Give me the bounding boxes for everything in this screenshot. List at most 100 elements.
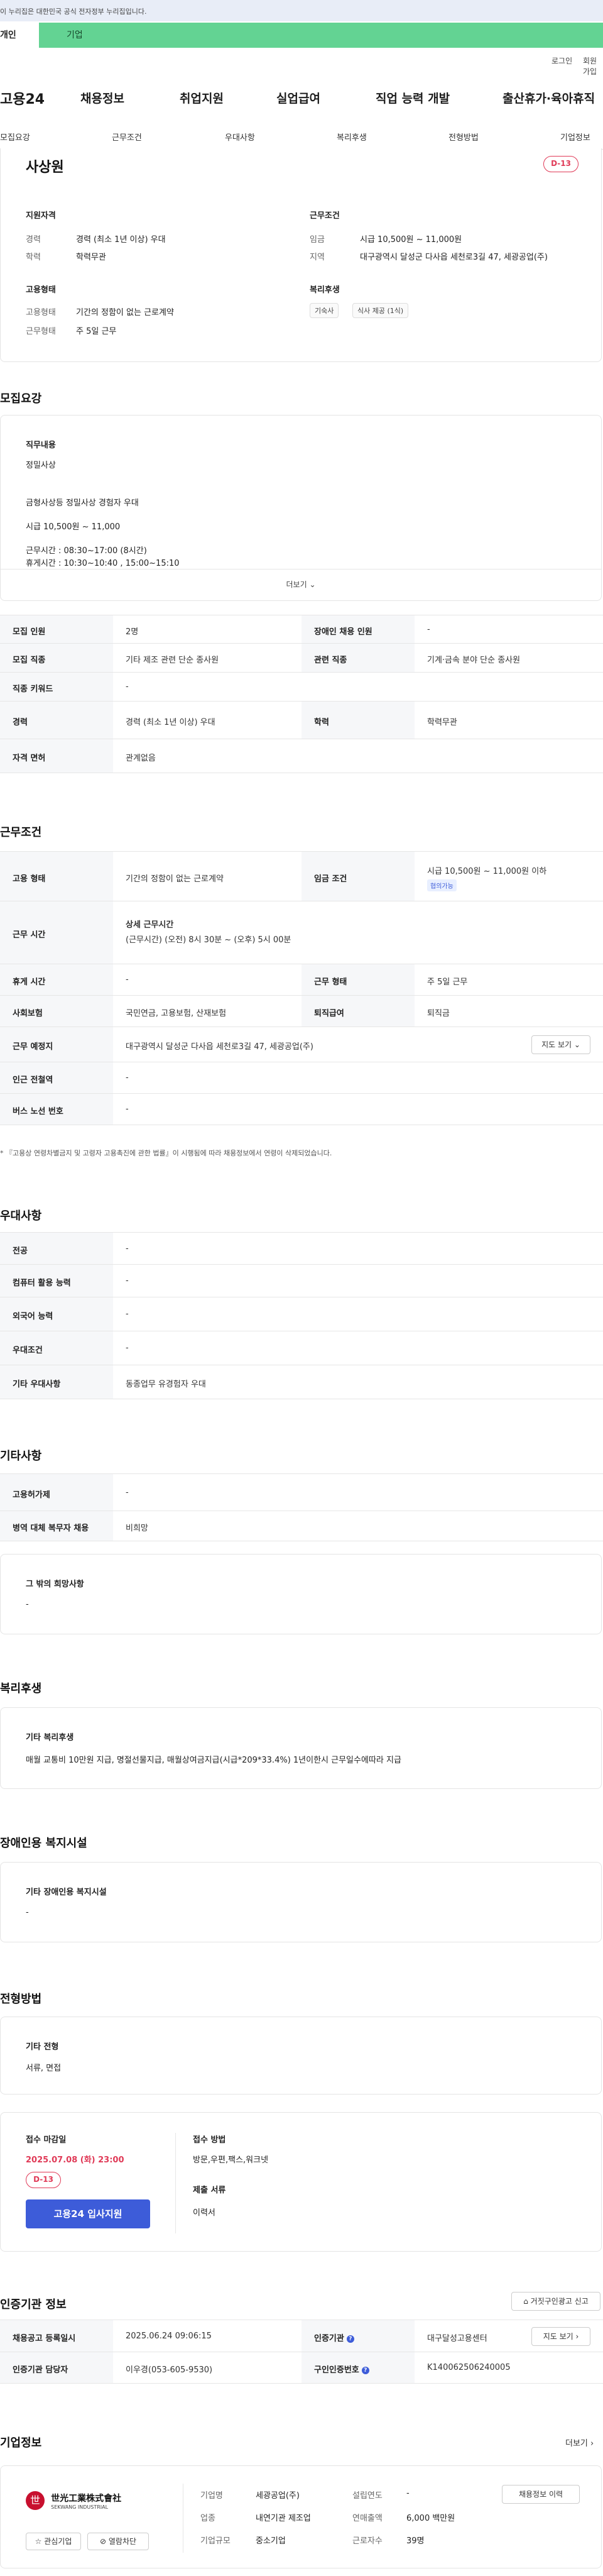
table-row: 채용공고 등록일시 2025.06.24 09:06:15 인증기관? 대구달성…	[0, 2320, 603, 2352]
selection-value: 서류, 면접	[26, 2064, 62, 2073]
login-link[interactable]: 로그인	[551, 55, 572, 66]
condition-section-title: 근무조건	[0, 826, 42, 839]
table-row: 고용 형태 기간의 정함이 없는 근로계약 임금 조건 시급 10,500원 ~…	[0, 851, 603, 901]
region-label: 지역	[310, 253, 325, 262]
gnb-item-employment[interactable]: 취업지원	[180, 89, 224, 106]
td-value: -	[126, 1104, 129, 1114]
info-icon[interactable]: ?	[346, 2335, 354, 2343]
cert-section-title: 인증기관 정보	[0, 2298, 67, 2311]
th-label: 버스 노선 번호	[13, 1107, 63, 1116]
subnav-welfare[interactable]: 복리후생	[337, 131, 367, 143]
employees-label: 근로자수	[352, 2536, 383, 2546]
info-icon[interactable]: ?	[361, 2366, 369, 2374]
table-row: 고용허가제 -	[0, 1473, 603, 1511]
table-row: 우대조건 -	[0, 1331, 603, 1365]
th-label: 채용공고 등록일시	[13, 2334, 76, 2343]
td-value: -	[126, 1309, 129, 1319]
td-value: 2명	[126, 627, 139, 637]
gnb-item-leave[interactable]: 출산휴가·육아휴직	[503, 89, 595, 106]
prefer-section-title: 우대사항	[0, 1209, 42, 1223]
td-value: 대구광역시 달성군 다사읍 세천로3길 47, 세광공업(주)	[126, 1042, 313, 1052]
th-label: 모집 인원	[13, 627, 46, 637]
table-row: 전공 -	[0, 1232, 603, 1265]
th-label: 자격 면허	[13, 754, 46, 763]
type-heading: 고용형태	[26, 285, 56, 295]
emptype-label: 고용형태	[26, 308, 56, 317]
th-label: 인증기관?	[314, 2331, 354, 2343]
td-value: -	[126, 1488, 129, 1497]
td-value: 대구달성고용센터	[427, 2334, 487, 2343]
method-heading: 접수 방법	[193, 2135, 226, 2145]
gnb-item-unemployment[interactable]: 실업급여	[276, 89, 320, 106]
docs-heading: 제출 서류	[193, 2186, 226, 2195]
subnav-condition[interactable]: 근무조건	[112, 131, 142, 143]
table-row: 기타 우대사항 동종업무 유경험자 우대	[0, 1365, 603, 1399]
td-value: -	[126, 1073, 129, 1082]
company-more-link[interactable]: 더보기 ›	[565, 2436, 594, 2448]
cert-id-label: 구인인증번호	[314, 2365, 359, 2375]
subnav-recruit[interactable]: 모집요강	[0, 131, 30, 143]
table-row: 직종 키워드 -	[0, 673, 603, 702]
tab-person[interactable]: 개인	[0, 23, 38, 48]
td-value: (근무시간) (오전) 8시 30분 ~ (오후) 5시 00분	[126, 935, 291, 945]
td-value: -	[126, 1276, 129, 1285]
company-logo-text: 世光工業株式會社	[51, 2493, 122, 2504]
table-row: 모집 직종 기타 제조 관련 단순 종사원 관련 직종 기계·금속 분야 단순 …	[0, 644, 603, 673]
table-row: 모집 인원 2명 장애인 채용 인원 -	[0, 615, 603, 644]
other-section-title: 기타사항	[0, 1450, 42, 1463]
table-row: 사회보험 국민연금, 고용보험, 산재보험 퇴직급여 퇴직금	[0, 996, 603, 1027]
more-button[interactable]: 더보기 ⌄	[1, 569, 601, 600]
disabled-card: 기타 장애인용 복지시설 -	[0, 1862, 602, 1942]
industry-value: 내연기관 제조업	[256, 2514, 311, 2523]
dday-badge: D-13	[26, 2172, 61, 2188]
job-summary-card: 사상원 D-13 지원자격 경력 경력 (최소 1년 이상) 우대 학력 학력무…	[0, 148, 602, 362]
th-label: 인근 전철역	[13, 1076, 53, 1085]
welfare-chip-dorm: 기숙사	[310, 303, 339, 318]
docs-value: 이력서	[193, 2208, 215, 2218]
th-label: 고용허가제	[13, 1490, 50, 1500]
deadline-heading: 접수 마감일	[26, 2135, 67, 2145]
agency-map-button[interactable]: 지도 보기 ›	[531, 2327, 590, 2346]
job-desc-heading: 직무내용	[26, 441, 56, 450]
sales-value: 6,000 백만원	[406, 2514, 455, 2523]
map-view-button[interactable]: 지도 보기 ⌄	[531, 1035, 590, 1054]
favorite-company-button[interactable]: ☆ 관심기업	[26, 2533, 81, 2550]
table-row: 근무 예정지 대구광역시 달성군 다사읍 세천로3길 47, 세광공업(주) 지…	[0, 1027, 603, 1062]
company-name-value: 세광공업(주)	[256, 2491, 300, 2501]
block-view-button[interactable]: ⊘ 열람차단	[87, 2533, 149, 2550]
td-value: 학력무관	[427, 718, 457, 727]
th-label: 직종 키워드	[13, 685, 53, 694]
td-value: 기타 제조 관련 단순 종사원	[126, 656, 219, 665]
subnav-selection[interactable]: 전형방법	[448, 131, 479, 143]
th-label: 경력	[13, 718, 28, 727]
subnav-company[interactable]: 기업정보	[560, 131, 590, 143]
gnb-item-training[interactable]: 직업 능력 개발	[376, 89, 450, 106]
td-value: 퇴직금	[427, 1009, 450, 1018]
job-history-button[interactable]: 채용정보 이력	[502, 2485, 580, 2504]
welfare-heading: 복리후생	[310, 285, 340, 295]
td-value: 동종업무 유경험자 우대	[126, 1380, 206, 1389]
signup-link[interactable]: 회원가입	[583, 55, 603, 77]
job-title: 사상원	[26, 160, 64, 175]
region-value: 대구광역시 달성군 다사읍 세천로3길 47, 세광공업(주)	[360, 253, 548, 262]
wage-label: 임금	[310, 235, 325, 245]
apply-button[interactable]: 고용24 입사지원	[26, 2199, 150, 2228]
welfare-detail-heading: 기타 복리후생	[26, 1733, 74, 1742]
table-row: 외국어 능력 -	[0, 1297, 603, 1331]
selection-section-title: 전형방법	[0, 1993, 42, 2006]
false-ad-report-button[interactable]: ⌂ 거짓구인광고 신고	[511, 2292, 600, 2311]
table-row: 버스 노선 번호 -	[0, 1094, 603, 1125]
th-label: 장애인 채용 인원	[314, 627, 372, 637]
td-value: -	[126, 975, 129, 984]
gnb-item-jobs[interactable]: 채용정보	[80, 89, 124, 106]
subnav-prefer[interactable]: 우대사항	[225, 131, 255, 143]
job-desc-line: 금형사상등 정밀사상 경험자 우대	[26, 498, 139, 508]
wish-heading: 그 밖의 희망사항	[26, 1580, 84, 1589]
th-label: 컴퓨터 활용 능력	[13, 1279, 71, 1288]
th-label: 모집 직종	[13, 656, 46, 665]
site-logo[interactable]: 고용24	[0, 88, 45, 108]
tab-company[interactable]: 기업	[39, 23, 603, 48]
th-label: 근무 예정지	[13, 1042, 53, 1052]
edu-label: 학력	[26, 253, 41, 262]
block-icon: ⊘	[99, 2537, 107, 2546]
